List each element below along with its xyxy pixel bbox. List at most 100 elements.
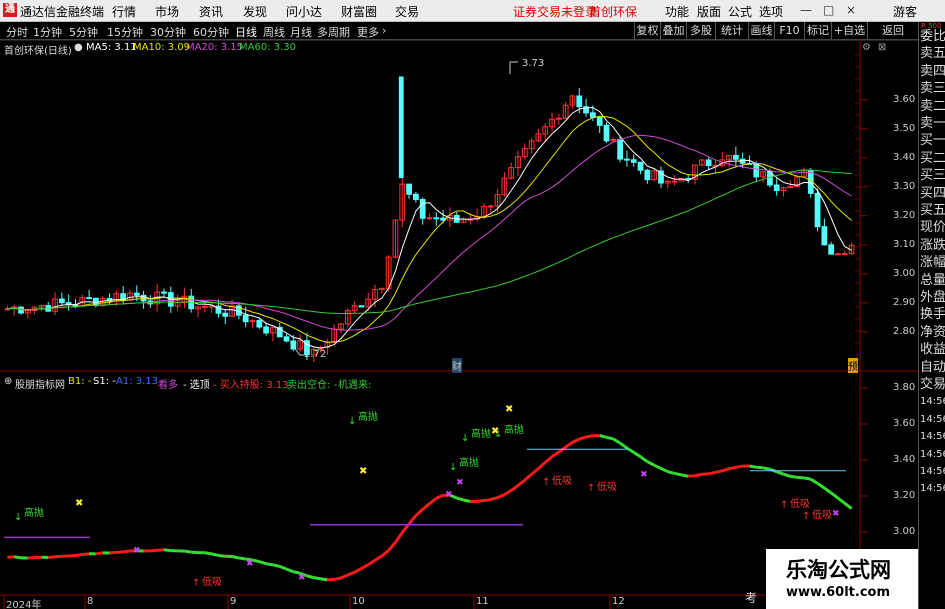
indicator-segment [728,465,737,471]
indicator-segment [816,482,826,490]
sidebar-item[interactable]: 14:56 [920,463,945,480]
candle-body [576,95,583,108]
yellow-cross-icon: ✖ [359,466,367,477]
indicator-segment [749,464,757,469]
green-arrow-icon: ↓ [14,512,23,523]
sidebar-item[interactable]: 交易 [920,376,945,393]
sidebar-item[interactable]: 买二 [920,150,945,167]
indicator-segment [503,489,512,496]
candle-body [596,116,603,126]
sidebar-item[interactable]: 买三 [920,167,945,184]
sidebar-item[interactable]: 14:56 [920,480,945,497]
sidebar-item[interactable]: 卖四 [920,63,945,80]
candle-body [242,314,249,323]
indicator-segment [517,478,526,487]
indicator-segment [571,437,580,444]
sidebar-item[interactable]: 收益 [920,341,945,358]
settings-gear-icon[interactable]: ⚙ [862,42,871,53]
candle-body [630,159,637,163]
sidebar-item[interactable]: 总量 [920,272,945,289]
sidebar-item[interactable]: 14:56 [920,411,945,428]
indicator-title-icon[interactable]: ⊕ [4,376,12,387]
x-axis-label: 8 [87,596,94,607]
sidebar-item[interactable]: 涨幅 [920,254,945,271]
sidebar-item[interactable]: 卖一 [920,115,945,132]
indicator-segment [463,498,471,503]
purple-cross-icon: ✖ [445,490,453,500]
red-arrow-icon: ↑ [802,511,811,522]
sidebar-item[interactable]: 买一 [920,132,945,149]
price-tick-label: 2.90 [893,296,916,308]
candle-body [835,253,841,256]
sidebar-item[interactable]: 买五 [920,202,945,219]
finance-marker[interactable]: 财 [452,358,462,373]
dropdown-circle-icon[interactable]: ● [74,42,83,53]
indicator-segment [109,550,117,555]
indicator-segment [783,472,791,478]
candle-body [419,198,426,219]
indicator-segment [578,435,587,441]
indicator-segment [456,496,464,502]
indicator-segment [776,470,785,476]
candle-body [161,291,167,294]
b1-value: B1: - [68,376,92,387]
purple-cross-icon: ✖ [832,509,840,519]
ma20-label: MA20: 3.15 [186,42,244,53]
sidebar-item[interactable]: 外盘 [920,289,945,306]
indicator-tick-label: 3.20 [893,490,916,501]
sell-cash-label: 卖出空仓: - [287,380,338,391]
sidebar-item[interactable]: 卖五 [920,45,945,62]
indicator-segment [632,451,642,459]
indicator-segment [95,551,103,556]
kan-duo-label: 看多 [158,380,178,391]
candle-body [705,159,712,167]
candle-body [732,154,739,160]
sidebar-item[interactable]: 换手 [920,306,945,323]
candle-body [283,336,290,342]
indicator-segment [327,577,335,582]
indicator-segment [353,567,363,574]
indicator-segment [265,562,274,567]
candle-body [753,163,760,178]
sidebar-item[interactable]: 14:56 [920,393,945,410]
forecast-marker[interactable]: 预 [848,358,858,373]
candle-body [263,326,269,334]
high-annotation: 3.73 [522,58,545,69]
ma60-line [7,169,852,314]
indicator-segment [674,471,682,477]
gao-pao-label: 高抛 [504,425,524,436]
xuan-ding-label: - 选顶 [183,380,210,391]
sidebar-item[interactable]: 买四 [920,185,945,202]
sidebar-item[interactable]: 卖三 [920,80,945,97]
indicator-segment [258,560,267,566]
low-annotation: 2.72 [304,349,327,360]
gao-pao-label: 高抛 [358,412,378,423]
candle-body [841,253,848,256]
opportunity-label: 机遇来: [338,380,372,391]
moving-average-lines [7,61,852,356]
sidebar-item[interactable]: 净资 [920,324,945,341]
indicator-segment [612,437,621,445]
sidebar-item[interactable]: 自动 [920,359,945,376]
indicator-segment [606,435,614,441]
candlestick-series [4,76,855,362]
sidebar-item[interactable]: 14:56 [920,446,945,463]
ma10-label: MA10: 3.09 [133,42,191,53]
sidebar-item[interactable]: 14:56 [920,428,945,445]
candle-body [86,297,92,300]
sidebar-item[interactable]: 现价 [920,219,945,236]
indicator-segment [272,563,281,568]
indicator-segment [279,565,288,571]
candle-body [201,305,208,308]
sidebar-item[interactable]: 涨跌 [920,237,945,254]
sidebar-item[interactable]: 卖二 [920,98,945,115]
indicator-segment [387,541,397,552]
sidebar-item[interactable]: 委比 [920,28,945,45]
panel-close-icon[interactable]: ⊠ [878,42,886,53]
indicator-segment [551,450,560,458]
indicator-title: 股朋指标网 [15,380,65,391]
red-arrow-icon: ↑ [542,477,551,488]
indicator-segment [48,555,56,559]
indicator-tick-label: 3.00 [893,526,916,537]
di-xi-label: 低吸 [597,482,617,493]
